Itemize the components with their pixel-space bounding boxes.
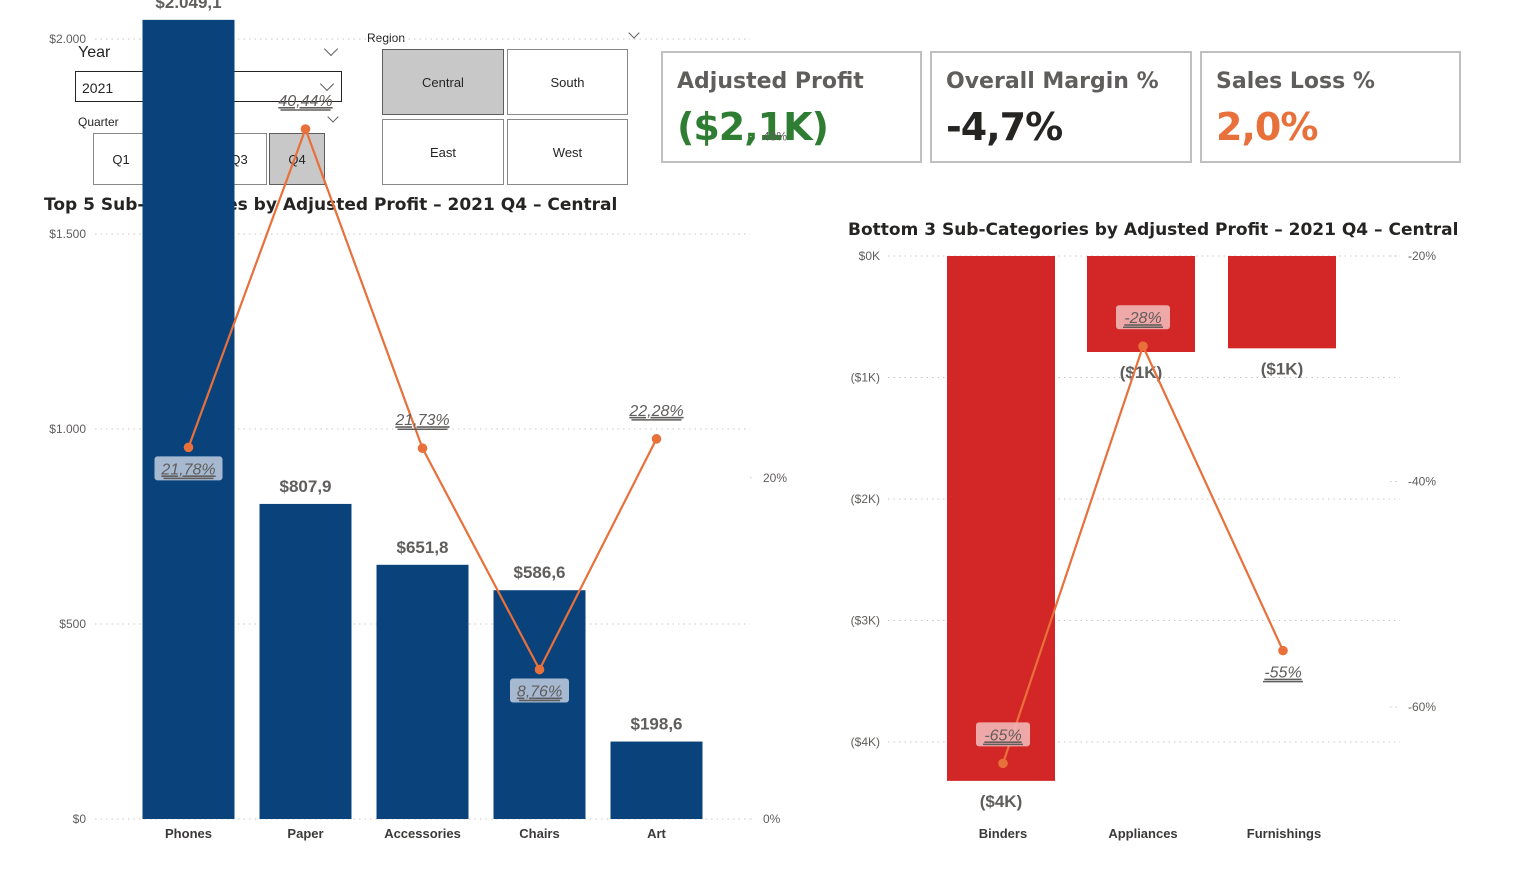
top5-combo-chart[interactable]: $0 $500 $1.000 $1.500 $2.000 0% 20% 40% $2.049,1… <box>0 0 1513 873</box>
bar-data-label: $807,9 <box>280 477 332 496</box>
y-axis-tick-label: $0 <box>73 812 87 826</box>
line-point <box>651 434 662 444</box>
line-point <box>1138 341 1148 352</box>
y2-axis-tick-label: 20% <box>763 471 787 485</box>
bar <box>376 564 469 819</box>
bar-data-label: $586,6 <box>514 563 566 582</box>
y-axis-tick-label: ($3K) <box>851 614 880 628</box>
line-point <box>300 124 311 134</box>
bar-data-label: ($4K) <box>980 792 1023 811</box>
line-data-label: -55% <box>1264 665 1301 682</box>
y-axis-tick-label: ($1K) <box>851 371 880 385</box>
y2-axis-tick-label: 0% <box>763 812 781 826</box>
bar-data-label: $198,6 <box>631 715 683 734</box>
line-data-label: 22,28% <box>628 403 683 420</box>
x-axis-category-label: Accessories <box>384 826 461 841</box>
bar <box>1228 256 1336 349</box>
line-data-label: 8,76% <box>517 684 562 701</box>
y-axis-tick-label: ($2K) <box>851 492 880 506</box>
y-axis-tick-label: $500 <box>59 617 86 631</box>
y2-axis-tick-label: -60% <box>1408 700 1436 714</box>
bar <box>1087 256 1195 352</box>
bar <box>610 741 703 819</box>
line-data-label: -65% <box>984 727 1021 744</box>
bar-data-label: ($1K) <box>1261 359 1304 378</box>
y-axis-tick-label: ($4K) <box>851 735 880 749</box>
x-axis-category-label: Appliances <box>1108 826 1177 841</box>
x-axis-category-label: Art <box>647 826 666 841</box>
line-point <box>417 443 428 454</box>
x-axis-category-label: Binders <box>979 826 1027 841</box>
y-axis-tick-label: $2.000 <box>49 32 86 46</box>
line-data-label: 40,44% <box>278 93 332 110</box>
y-axis-tick-label: $1.500 <box>49 227 86 241</box>
y2-axis-tick-label: -20% <box>1408 249 1436 263</box>
x-axis-category-label: Phones <box>165 826 212 841</box>
x-axis-category-label: Paper <box>287 826 323 841</box>
line-data-label: -28% <box>1124 310 1161 327</box>
bar <box>142 19 235 819</box>
line-data-label: 21,78% <box>160 461 215 478</box>
y-axis-tick-label: $1.000 <box>49 422 86 436</box>
bar-data-label: $651,8 <box>397 538 449 557</box>
x-axis-category-label: Chairs <box>519 826 559 841</box>
line-data-label: 21,73% <box>394 412 449 429</box>
x-axis-category-label: Furnishings <box>1247 826 1321 841</box>
bar-data-label: $2.049,1 <box>155 0 221 12</box>
y2-axis-tick-label: 40% <box>763 130 787 144</box>
bar <box>947 256 1055 781</box>
line-point <box>183 442 194 453</box>
bar <box>493 590 586 819</box>
line-point <box>998 758 1008 769</box>
bar <box>259 503 352 819</box>
y2-axis-tick-label: -40% <box>1408 475 1436 489</box>
line-point <box>1278 645 1288 656</box>
line-point <box>534 664 545 675</box>
y-axis-tick-label: $0K <box>859 249 880 263</box>
